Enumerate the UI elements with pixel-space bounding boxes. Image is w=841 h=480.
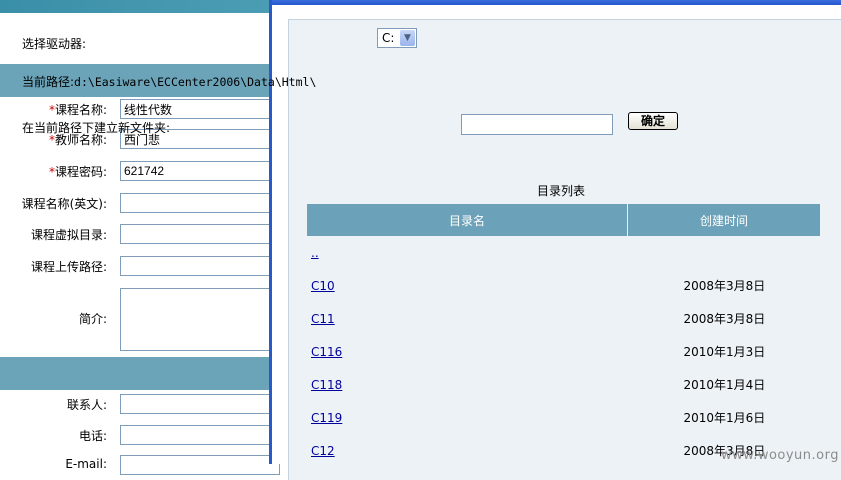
table-row: C11 2008年3月8日 xyxy=(307,302,820,335)
course-password-label: *课程密码: xyxy=(48,165,107,179)
intro-textarea[interactable] xyxy=(120,288,280,351)
email-input[interactable] xyxy=(120,455,280,475)
window-title-bar xyxy=(272,0,841,5)
course-upload-path-input[interactable] xyxy=(120,256,280,276)
course-vdir-row: 课程虚拟目录: xyxy=(0,224,280,246)
drive-select[interactable]: C: ▼ xyxy=(377,28,417,48)
created-time: 2010年1月3日 xyxy=(683,345,766,359)
table-row: C118 2010年1月4日 xyxy=(307,368,820,401)
course-name-row: *课程名称: xyxy=(0,99,280,121)
directory-link[interactable]: C118 xyxy=(311,378,342,392)
contact-person-input[interactable] xyxy=(120,394,280,414)
intro-label: 简介: xyxy=(78,312,107,326)
created-time: 2010年1月4日 xyxy=(683,378,766,392)
phone-input[interactable] xyxy=(120,425,280,445)
phone-label: 电话: xyxy=(78,429,107,443)
new-folder-input[interactable] xyxy=(461,114,613,135)
drive-select-value: C: xyxy=(382,31,395,45)
directory-table: 目录名 创建时间 .. C10 2008年3月8日 C11 2008年3月8日 … xyxy=(307,204,820,467)
directory-link-parent[interactable]: .. xyxy=(311,246,319,260)
watermark: www.wooyun.org xyxy=(720,448,839,463)
new-folder-label: 在当前路径下建立新文件夹: xyxy=(22,121,171,135)
chevron-down-icon[interactable]: ▼ xyxy=(400,30,415,46)
drive-select-label: 选择驱动器: xyxy=(22,37,87,51)
course-name-en-row: 课程名称(英文): xyxy=(0,193,280,215)
table-row: .. xyxy=(307,236,820,269)
contact-section-header-bar xyxy=(0,357,280,390)
table-row: C10 2008年3月8日 xyxy=(307,269,820,302)
directory-link[interactable]: C116 xyxy=(311,345,342,359)
column-header-name: 目录名 xyxy=(307,204,628,236)
directory-link[interactable]: C119 xyxy=(311,411,342,425)
current-path-value: d:\Easiware\ECCenter2006\Data\Html\ xyxy=(74,75,317,89)
directory-list-title-text: 目录列表 xyxy=(537,184,586,198)
email-label: E-mail: xyxy=(65,457,107,471)
course-name-label: *课程名称: xyxy=(48,103,107,117)
created-time: 2008年3月8日 xyxy=(683,279,766,293)
phone-row: 电话: xyxy=(0,425,280,447)
course-upload-path-label: 课程上传路径: xyxy=(30,260,107,274)
created-time: 2010年1月6日 xyxy=(683,411,766,425)
directory-link[interactable]: C11 xyxy=(311,312,335,326)
created-time xyxy=(628,236,821,269)
email-row: E-mail: xyxy=(0,455,280,477)
contact-person-label: 联系人: xyxy=(66,398,107,412)
course-name-input[interactable] xyxy=(120,99,280,119)
ok-button[interactable]: 确定 xyxy=(628,112,678,130)
course-vdir-label: 课程虚拟目录: xyxy=(30,228,107,242)
course-name-en-label: 课程名称(英文): xyxy=(21,197,107,211)
created-time: 2008年3月8日 xyxy=(683,312,766,326)
contact-person-row: 联系人: xyxy=(0,394,280,416)
current-path-label: 当前路径: xyxy=(22,75,75,89)
course-upload-path-row: 课程上传路径: xyxy=(0,256,280,278)
directory-link[interactable]: C10 xyxy=(311,279,335,293)
table-row: C116 2010年1月3日 xyxy=(307,335,820,368)
course-password-input[interactable] xyxy=(120,161,280,181)
column-header-created: 创建时间 xyxy=(627,204,820,236)
table-row: C119 2010年1月6日 xyxy=(307,401,820,434)
course-password-row: *课程密码: xyxy=(0,161,280,183)
current-path: 当前路径:d:\Easiware\ECCenter2006\Data\Html\ xyxy=(22,73,316,90)
directory-table-header: 目录名 创建时间 xyxy=(307,204,820,236)
directory-link[interactable]: C12 xyxy=(311,444,335,458)
course-vdir-input[interactable] xyxy=(120,224,280,244)
course-name-en-input[interactable] xyxy=(120,193,280,213)
